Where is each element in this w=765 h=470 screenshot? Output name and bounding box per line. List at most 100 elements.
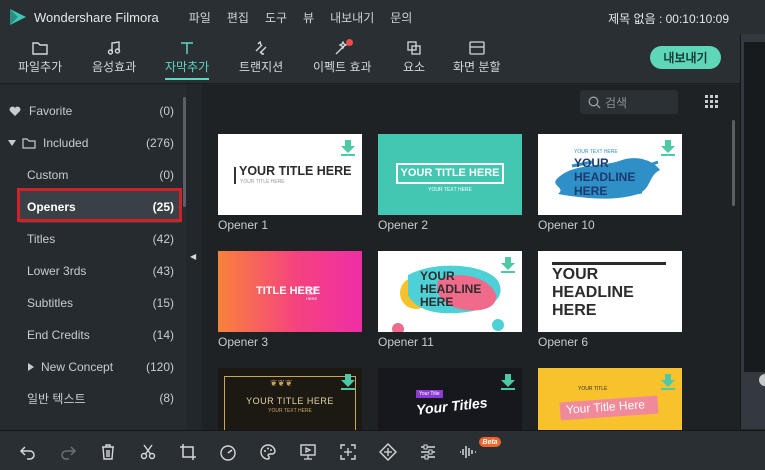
color-palette-icon[interactable] — [259, 443, 277, 461]
heart-icon — [9, 106, 21, 116]
grid-view-icon[interactable] — [705, 95, 719, 109]
project-title-timecode: 제목 없음 : 00:10:10:09 — [608, 12, 729, 26]
tab-effects[interactable]: 이펙트 효과 — [313, 38, 372, 75]
thumbnail-opener-10[interactable]: YOUR TEXT HERE YOUR HEADLINE HERE — [538, 134, 682, 215]
preview-scrubber-knob[interactable] — [759, 374, 765, 386]
sidebar-item-label: Subtitles — [27, 296, 74, 310]
element-icon — [407, 38, 421, 58]
sidebar-scrollbar[interactable] — [183, 97, 186, 207]
sidebar-item-label: Lower 3rds — [27, 264, 87, 278]
menu-view[interactable]: 뷰 — [303, 9, 314, 26]
sidebar-item-count: (8) — [159, 391, 174, 405]
search-input[interactable]: 검색 — [580, 90, 678, 114]
tab-split-screen[interactable]: 화면 분할 — [453, 38, 501, 75]
folder-icon — [32, 38, 48, 58]
redo-icon[interactable] — [59, 443, 77, 461]
sidebar-item-basic-text[interactable]: 일반 텍스트 (8) — [0, 382, 186, 414]
green-screen-icon[interactable] — [299, 443, 317, 461]
tab-media-label: 파일추가 — [18, 60, 63, 74]
title-bar-accent — [234, 167, 236, 184]
sidebar-item-titles[interactable]: Titles (42) — [0, 223, 186, 255]
preview-area — [744, 42, 765, 372]
thumb-sub-text: YOUR TEXT HERE — [268, 408, 312, 414]
filmora-window: Wondershare Filmora 파일 편집 도구 뷰 내보내기 문의 제… — [0, 0, 765, 470]
sidebar-item-count: (43) — [152, 264, 174, 278]
thumbnail-opener-11[interactable]: YOUR HEADLINE HERE — [378, 251, 522, 332]
thumbnail-opener-yellow[interactable]: YOUR TITLE Your Title Here — [538, 368, 682, 430]
download-icon[interactable] — [501, 374, 515, 390]
sidebar-item-favorite[interactable]: Favorite (0) — [0, 95, 186, 127]
music-note-icon — [107, 38, 121, 58]
headline-line: HERE — [420, 295, 454, 309]
sidebar-item-count: (0) — [159, 104, 174, 118]
adjust-sliders-icon[interactable] — [419, 443, 437, 461]
menu-file[interactable]: 파일 — [189, 9, 211, 26]
download-icon[interactable] — [341, 374, 355, 390]
titles-library: 검색 YOUR TITLE HERE YOUR TITLE HERE Opene… — [202, 85, 740, 430]
sidebar-item-label: 일반 텍스트 — [27, 391, 86, 406]
download-icon[interactable] — [341, 140, 355, 156]
crop-icon[interactable] — [179, 443, 197, 461]
tab-media[interactable]: 파일추가 — [18, 38, 62, 75]
menu-tools[interactable]: 도구 — [265, 9, 287, 26]
motion-tracking-icon[interactable] — [339, 443, 357, 461]
thumbnail-opener-1[interactable]: YOUR TITLE HERE YOUR TITLE HERE — [218, 134, 362, 215]
tab-audio[interactable]: 음성효과 — [92, 38, 136, 75]
undo-icon[interactable] — [19, 443, 37, 461]
speed-icon[interactable] — [219, 443, 237, 461]
sidebar-item-label: Custom — [27, 168, 69, 182]
delete-icon[interactable] — [99, 443, 117, 461]
collapse-sidebar-icon[interactable]: ◀ — [190, 252, 196, 261]
headline-line: YOUR — [552, 266, 599, 283]
thumb-headline: YOUR HEADLINE HERE — [552, 266, 634, 320]
tab-split-screen-label: 화면 분할 — [453, 60, 501, 74]
active-tab-underline — [165, 78, 210, 80]
download-icon[interactable] — [661, 374, 675, 390]
thumbnail-opener-dark[interactable]: Your Title Your Titles — [378, 368, 522, 430]
sidebar-item-label: New Concept — [41, 360, 114, 374]
filmora-logo — [10, 9, 26, 25]
thumbnail-opener-6[interactable]: YOUR HEADLINE HERE — [538, 251, 682, 332]
export-button[interactable]: 내보내기 — [650, 46, 721, 69]
thumbnail-opener-2[interactable]: YOUR TITLE HERE YOUR TEXT HERE — [378, 134, 522, 215]
thumbnail-opener-3[interactable]: TITLE HERE YOUR TEXT HERE — [218, 251, 362, 332]
magic-wand-icon — [334, 38, 354, 58]
sidebar-item-included[interactable]: Included (276) — [0, 127, 186, 159]
menu-help[interactable]: 문의 — [390, 9, 412, 26]
thumbnail-opener-ornate[interactable]: ❦❦❦ YOUR TITLE HERE YOUR TEXT HERE — [218, 368, 362, 430]
search-placeholder: 검색 — [605, 95, 628, 110]
menu-export[interactable]: 내보내기 — [330, 9, 374, 26]
tab-effects-label: 이펙트 효과 — [313, 60, 372, 74]
sidebar-item-end-credits[interactable]: End Credits (14) — [0, 319, 186, 351]
category-sidebar: Favorite (0) Included (276) Custom (0) O… — [0, 85, 186, 430]
audio-waveform-icon[interactable] — [459, 443, 477, 461]
thumb-sub-text: YOUR TEXT HERE — [306, 286, 318, 301]
selection-highlight-box — [17, 188, 182, 222]
sidebar-item-new-concept[interactable]: New Concept (120) — [0, 351, 186, 383]
split-screen-icon — [469, 38, 485, 58]
download-icon[interactable] — [661, 140, 675, 156]
thumb-headline: YOUR HEADLINE HERE — [574, 156, 635, 198]
keyframe-icon[interactable] — [379, 443, 397, 461]
thumbnail-label: Opener 3 — [218, 335, 269, 349]
tab-titles[interactable]: 자막추가 — [165, 38, 210, 80]
sidebar-item-count: (0) — [159, 168, 174, 182]
search-icon — [588, 96, 601, 108]
sidebar-item-custom[interactable]: Custom (0) — [0, 159, 186, 191]
thumb-headline: YOUR HEADLINE HERE — [420, 270, 481, 309]
tab-transitions-label: 트랜지션 — [239, 60, 284, 74]
tab-transitions[interactable]: 트랜지션 — [239, 38, 283, 75]
tab-elements[interactable]: 요소 — [403, 38, 425, 75]
thumb-tag: YOUR TITLE — [578, 386, 608, 392]
download-icon[interactable] — [501, 257, 515, 273]
chevron-down-icon — [8, 140, 16, 146]
menu-edit[interactable]: 편집 — [227, 9, 249, 26]
thumbnail-label: Opener 6 — [538, 335, 589, 349]
sidebar-item-label: Included — [43, 136, 89, 150]
library-scrollbar[interactable] — [732, 120, 735, 206]
sidebar-item-lower-3rds[interactable]: Lower 3rds (43) — [0, 255, 186, 287]
sidebar-item-subtitles[interactable]: Subtitles (15) — [0, 287, 186, 319]
ornament-icon: ❦❦❦ — [270, 378, 293, 388]
chevron-right-icon — [28, 363, 34, 371]
scissors-icon[interactable] — [139, 443, 157, 461]
